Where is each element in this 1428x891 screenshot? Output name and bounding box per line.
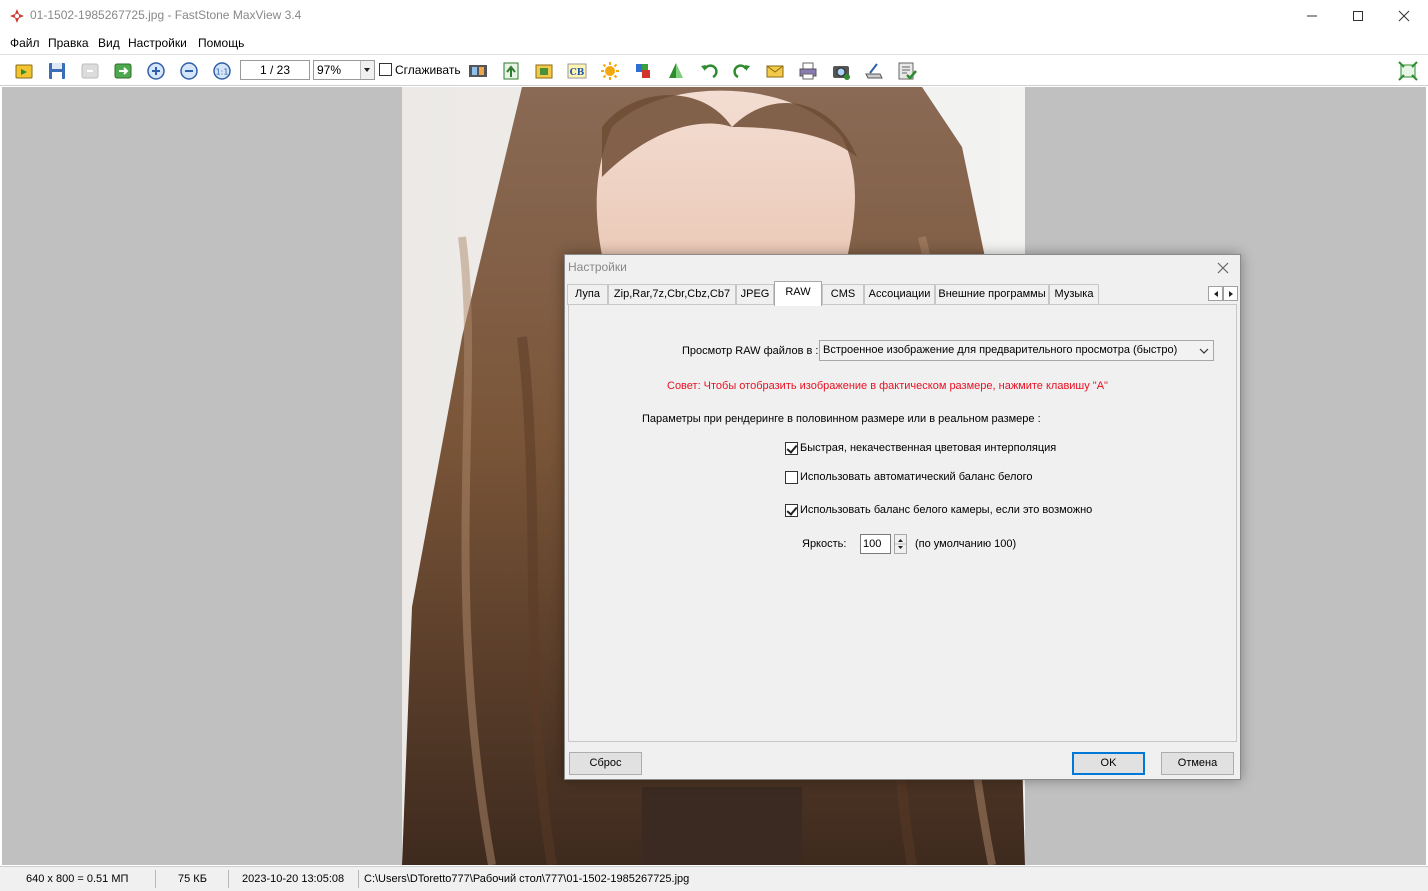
fast-interpolation-label: Быстрая, некачественная цветовая интерпо…: [800, 442, 1057, 454]
auto-white-balance-label: Использовать автоматический баланс белог…: [800, 471, 1033, 483]
rotate-left-icon[interactable]: [698, 60, 720, 82]
prev-icon[interactable]: [79, 60, 101, 82]
tab-scroll-right-button[interactable]: [1223, 286, 1238, 301]
status-datetime: 2023-10-20 13:05:08: [242, 873, 345, 885]
render-params-label: Параметры при рендеринге в половинном ра…: [642, 413, 1041, 425]
zoom-dropdown-button[interactable]: [360, 61, 374, 79]
dialog-close-button[interactable]: [1212, 258, 1234, 278]
menu-settings[interactable]: Настройки: [128, 36, 187, 50]
chevron-down-icon: [364, 68, 370, 72]
window-title: 01-1502-1985267725.jpg - FastStone MaxVi…: [30, 8, 302, 22]
zoom-select[interactable]: 97%: [313, 60, 375, 80]
title-bar: 01-1502-1985267725.jpg - FastStone MaxVi…: [0, 0, 1428, 32]
menu-edit[interactable]: Правка: [48, 36, 89, 50]
maximize-button[interactable]: [1335, 0, 1381, 32]
raw-settings-panel: Просмотр RAW файлов в : Встроенное изобр…: [568, 304, 1237, 742]
brightness-label: Яркость:: [802, 538, 847, 550]
camera-white-balance-label: Использовать баланс белого камеры, если …: [800, 504, 1093, 516]
brightness-input[interactable]: 100: [860, 534, 891, 554]
status-divider: [358, 870, 359, 888]
menu-help[interactable]: Помощь: [198, 36, 244, 50]
email-icon[interactable]: [764, 60, 786, 82]
tab-associations[interactable]: Ассоциации: [864, 284, 935, 305]
status-bar: 640 x 800 = 0.51 МП 75 КБ 2023-10-20 13:…: [0, 866, 1428, 891]
filmstrip-icon[interactable]: [467, 60, 489, 82]
chevron-right-icon: [1228, 290, 1233, 297]
print-icon[interactable]: [797, 60, 819, 82]
close-button[interactable]: [1381, 0, 1427, 32]
chevron-left-icon: [1213, 290, 1218, 297]
tab-external-programs[interactable]: Внешние программы: [935, 284, 1049, 305]
status-file-size: 75 КБ: [178, 873, 207, 885]
smooth-checkbox[interactable]: [379, 63, 392, 76]
flip-icon[interactable]: [665, 60, 687, 82]
raw-view-label: Просмотр RAW файлов в :: [682, 345, 819, 357]
stepper-arrows-icon: [895, 539, 906, 549]
open-icon[interactable]: [13, 60, 35, 82]
fit-screen-icon[interactable]: [1397, 60, 1419, 82]
status-dimensions: 640 x 800 = 0.51 МП: [26, 873, 129, 885]
move-to-icon[interactable]: [500, 60, 522, 82]
menu-file[interactable]: Файл: [10, 36, 40, 50]
zoom-in-icon[interactable]: [145, 60, 167, 82]
effects-icon[interactable]: [632, 60, 654, 82]
menu-bar: Файл Правка Вид Настройки Помощь: [0, 32, 1428, 54]
zoom-value: 97%: [317, 63, 342, 77]
raw-view-select[interactable]: Встроенное изображение для предварительн…: [819, 340, 1214, 361]
svg-text:1:1: 1:1: [216, 68, 229, 77]
status-divider: [228, 870, 229, 888]
minimize-icon: [1307, 15, 1317, 17]
adjust-icon[interactable]: [599, 60, 621, 82]
tab-raw[interactable]: RAW: [774, 281, 822, 306]
scan-icon[interactable]: [863, 60, 885, 82]
maximize-icon: [1353, 11, 1363, 21]
auto-white-balance-checkbox[interactable]: [785, 471, 798, 484]
smooth-label: Сглаживать: [395, 63, 461, 77]
brightness-default-label: (по умолчанию 100): [915, 538, 1017, 550]
tab-archives[interactable]: Zip,Rar,7z,Cbr,Cbz,Cb7: [608, 284, 736, 305]
close-icon: [1398, 10, 1410, 22]
ok-button[interactable]: OK: [1072, 752, 1145, 775]
settings-icon[interactable]: [896, 60, 918, 82]
chevron-down-icon: [1199, 348, 1209, 354]
tab-jpeg[interactable]: JPEG: [736, 284, 774, 305]
close-icon: [1217, 262, 1229, 274]
tab-cms[interactable]: CMS: [822, 284, 864, 305]
reset-button[interactable]: Сброс: [569, 752, 642, 775]
app-window: 01-1502-1985267725.jpg - FastStone MaxVi…: [0, 0, 1428, 891]
rotate-right-icon[interactable]: [731, 60, 753, 82]
page-indicator[interactable]: 1 / 23: [240, 60, 310, 80]
tab-music[interactable]: Музыка: [1049, 284, 1099, 305]
zoom-out-icon[interactable]: [178, 60, 200, 82]
cancel-button[interactable]: Отмена: [1161, 752, 1234, 775]
tab-loupe[interactable]: Лупа: [567, 284, 608, 305]
status-path: C:\Users\DToretto777\Рабочий стол\777\01…: [364, 873, 690, 885]
status-divider: [155, 870, 156, 888]
capture-icon[interactable]: [830, 60, 852, 82]
fast-interpolation-checkbox[interactable]: [785, 442, 798, 455]
tip-text: Совет: Чтобы отобразить изображение в фа…: [667, 380, 1108, 392]
dialog-title: Настройки: [568, 260, 627, 274]
save-icon[interactable]: [46, 60, 68, 82]
app-logo-icon: [9, 8, 25, 24]
brightness-stepper[interactable]: [894, 534, 907, 554]
camera-white-balance-checkbox[interactable]: [785, 504, 798, 517]
next-icon[interactable]: [112, 60, 134, 82]
color-icon[interactable]: CB: [566, 60, 588, 82]
actual-size-icon[interactable]: 1:1: [211, 60, 233, 82]
svg-text:CB: CB: [570, 68, 585, 78]
copy-to-icon[interactable]: [533, 60, 555, 82]
menu-view[interactable]: Вид: [98, 36, 120, 50]
tab-scroll-left-button[interactable]: [1208, 286, 1223, 301]
toolbar: 1:1 1 / 23 97% Сглаживать CB: [0, 54, 1428, 86]
settings-dialog: Настройки Лупа Zip,Rar,7z,Cbr,Cbz,Cb7 JP…: [564, 254, 1241, 780]
raw-view-value: Встроенное изображение для предварительн…: [823, 344, 1178, 356]
minimize-button[interactable]: [1289, 0, 1335, 32]
